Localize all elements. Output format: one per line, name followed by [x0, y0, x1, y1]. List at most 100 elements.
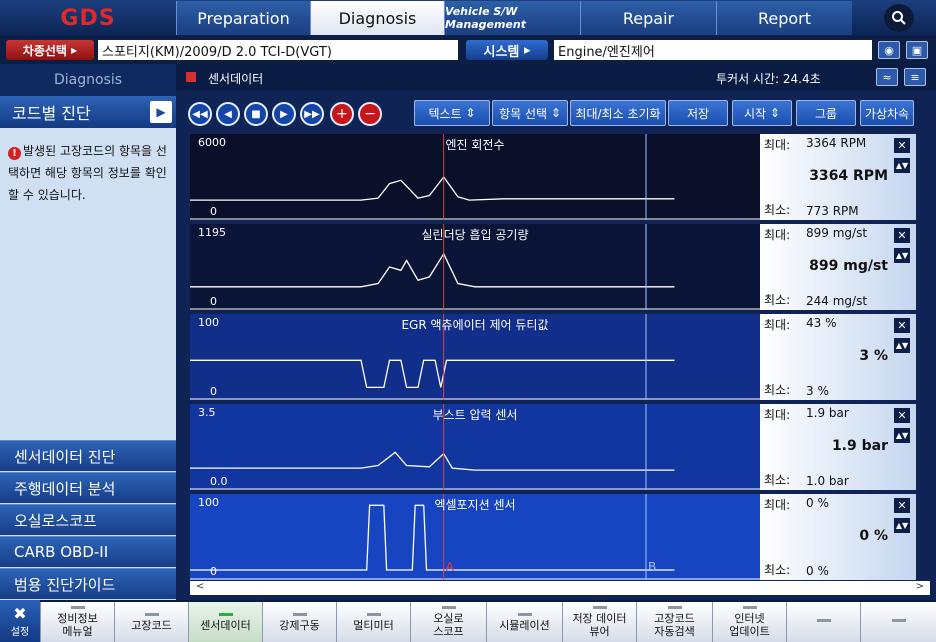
sensor-data-icon: [186, 72, 196, 82]
bottom-button-fault-auto-search[interactable]: 고장코드 자동검색: [636, 602, 712, 642]
graph-title: 엑셀포지션 센서: [434, 498, 516, 512]
bottom-button-manual[interactable]: 정비정보 메뉴얼: [40, 602, 114, 642]
system-select-button[interactable]: 시스템 ▸: [466, 40, 548, 60]
window-icon[interactable]: ▣: [906, 41, 928, 59]
left-panel-title: Diagnosis: [0, 64, 176, 96]
alert-icon: !: [8, 147, 21, 160]
graph-row[interactable]: 1195 실린더당 흡입 공기량 0: [190, 224, 760, 310]
close-icon[interactable]: ✕: [894, 318, 910, 333]
indicator-light: [441, 606, 456, 609]
graph-row[interactable]: 100 EGR 액츄에이터 제어 듀티값 0: [190, 314, 760, 400]
menu-oscilloscope[interactable]: 오실로스코프: [0, 504, 176, 535]
group-button[interactable]: 그룹: [796, 100, 856, 126]
close-icon[interactable]: ✕: [894, 498, 910, 513]
cursor-a-label[interactable]: A: [446, 560, 454, 574]
bottom-button-sensor-data[interactable]: 센서데이터: [188, 602, 262, 642]
button-line2: 자동검색: [654, 625, 695, 638]
settings-button[interactable]: ✖ 설정: [0, 600, 40, 642]
stop-icon[interactable]: ■: [244, 102, 268, 126]
bottom-button-internet-update[interactable]: 인터넷 업데이트: [712, 602, 786, 642]
tab-diagnosis[interactable]: Diagnosis: [310, 1, 444, 35]
bottom-button-fault-code[interactable]: 고장코드: [114, 602, 188, 642]
graph-row[interactable]: 3.5 부스트 압력 센서 0.0: [190, 404, 760, 490]
close-icon[interactable]: ✕: [894, 228, 910, 243]
zoom-in-icon[interactable]: +: [330, 102, 354, 126]
close-icon[interactable]: ✕: [894, 138, 910, 153]
scale-min: 0: [210, 385, 217, 398]
sort-icon[interactable]: ▲▼: [894, 158, 910, 173]
sort-icon[interactable]: ▲▼: [894, 428, 910, 443]
current-value: 1.9 bar: [831, 438, 888, 454]
chevron-right-icon: ▸: [71, 43, 78, 57]
tab-report[interactable]: Report: [716, 1, 852, 35]
system-field[interactable]: Engine/엔진제어: [554, 40, 872, 60]
sort-icon[interactable]: ▲▼: [894, 248, 910, 263]
play-icon[interactable]: ▶: [272, 102, 296, 126]
stat-panel: 최대: 899 mg/st 899 mg/st 최소: 244 mg/st ✕ ▲▼: [760, 224, 916, 310]
waveform-line: [190, 504, 675, 571]
tab-preparation-label: Preparation: [197, 8, 290, 28]
min-value: 244 mg/st: [806, 294, 868, 308]
tab-repair[interactable]: Repair: [580, 1, 716, 35]
virtual-speed-button[interactable]: 가상차속: [860, 100, 914, 126]
vehicle-select-button[interactable]: 차종선택 ▸: [6, 40, 94, 60]
chevron-right-icon[interactable]: ▶: [150, 101, 172, 123]
max-label: 최대:: [764, 228, 791, 242]
menu-driving-data-analysis[interactable]: 주행데이터 분석: [0, 472, 176, 503]
list-icon[interactable]: ≡: [904, 68, 926, 86]
sort-icon[interactable]: ▲▼: [894, 338, 910, 353]
waveform-line: [190, 359, 675, 389]
text-view-button[interactable]: 텍스트 ⇕: [414, 100, 490, 126]
search-icon[interactable]: [884, 4, 914, 32]
indicator-light: [592, 606, 607, 609]
scroll-right-icon[interactable]: >: [916, 581, 924, 592]
graph-row[interactable]: 100 엑셀포지션 센서 0 A B: [190, 494, 760, 580]
item-select-button[interactable]: 항목 선택 ⇕: [492, 100, 568, 126]
max-label: 최대:: [764, 318, 791, 332]
bottom-button-simulation[interactable]: 시뮬레이션: [486, 602, 562, 642]
bottom-button-oscilloscope[interactable]: 오실로 스코프: [410, 602, 486, 642]
menu-general-guide[interactable]: 범용 진단가이드: [0, 568, 176, 599]
indicator-light: [218, 612, 233, 616]
bottom-button-multimeter[interactable]: 멀티미터: [336, 602, 410, 642]
graph-row[interactable]: 6000 엔진 회전수 0: [190, 134, 760, 220]
button-line2: 뷰어: [589, 625, 610, 638]
camera-icon[interactable]: ◉: [878, 41, 900, 59]
vehicle-field[interactable]: 스포티지(KM)/2009/D 2.0 TCI-D(VGT): [98, 40, 458, 60]
item-select-label: 항목 선택: [499, 106, 548, 121]
tab-preparation[interactable]: Preparation: [176, 1, 310, 35]
minmax-reset-button[interactable]: 최대/최소 초기화: [570, 100, 666, 126]
main-title: 센서데이터: [208, 72, 264, 86]
indicator-light: [144, 612, 159, 616]
gds-app: GDS Preparation Diagnosis Vehicle S/W Ma…: [0, 0, 936, 642]
save-button[interactable]: 저장: [668, 100, 728, 126]
bottom-button-actuation[interactable]: 강제구동: [262, 602, 336, 642]
waveform-line: [190, 451, 675, 471]
bottom-button-saved-data-viewer[interactable]: 저장 데이터 뷰어: [562, 602, 636, 642]
code-diagnosis-button[interactable]: 코드별 진단 ▶: [0, 96, 176, 128]
max-label: 최대:: [764, 408, 791, 422]
zoom-out-icon[interactable]: −: [358, 102, 382, 126]
rewind-fast-icon[interactable]: ◀◀: [188, 102, 212, 126]
scroll-left-icon[interactable]: <: [196, 581, 204, 592]
horizontal-scrollbar[interactable]: < >: [190, 581, 930, 595]
indicator-light: [292, 612, 307, 616]
stat-panel: 최대: 43 % 3 % 최소: 3 % ✕ ▲▼: [760, 314, 916, 400]
sort-icon[interactable]: ▲▼: [894, 518, 910, 533]
menu-carb-obd[interactable]: CARB OBD-II: [0, 536, 176, 567]
max-label: 최대:: [764, 138, 791, 152]
start-button[interactable]: 시작 ⇕: [732, 100, 792, 126]
min-label: 최소:: [764, 473, 791, 487]
button-line1: 고장코드: [654, 612, 695, 625]
cursor-b-label[interactable]: B: [648, 560, 656, 574]
graph-icon[interactable]: ≈: [876, 68, 898, 86]
menu-sensor-data-diagnosis[interactable]: 센서데이터 진단: [0, 440, 176, 471]
button-line1: 멀티미터: [353, 618, 394, 632]
tab-vehicle-sw-management[interactable]: Vehicle S/W Management: [444, 1, 580, 35]
sort-icon: ⇕: [465, 106, 476, 120]
close-icon[interactable]: ✕: [894, 408, 910, 423]
fast-forward-icon[interactable]: ▶▶: [300, 102, 324, 126]
rewind-icon[interactable]: ◀: [216, 102, 240, 126]
logo-text: GDS: [60, 5, 116, 31]
graph-toolbar: ◀◀ ◀ ■ ▶ ▶▶ + − 텍스트 ⇕ 항목 선택 ⇕ 최대/최소 초기화 …: [184, 98, 934, 128]
